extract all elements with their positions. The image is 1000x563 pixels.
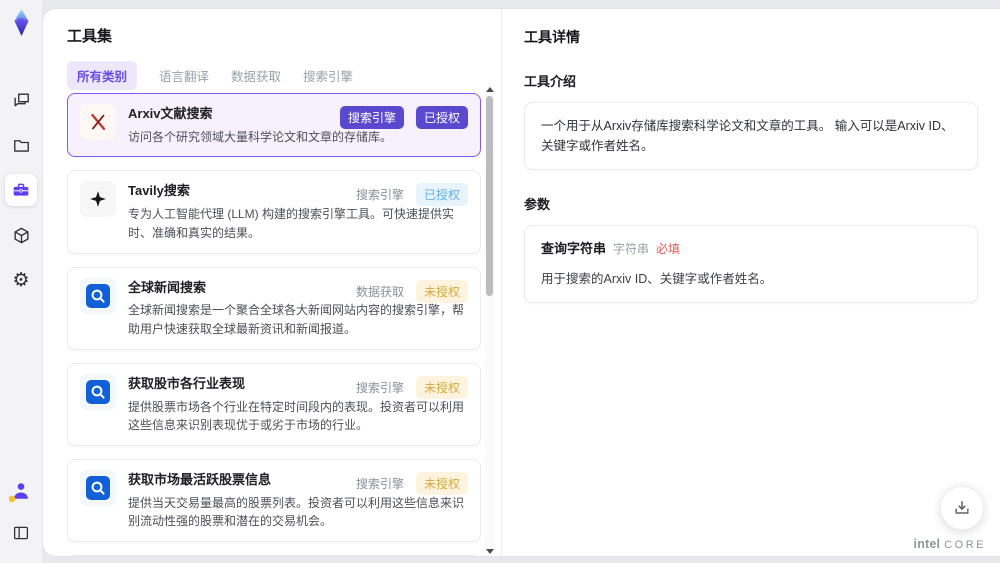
tool-badges: 数据获取 未授权 — [355, 279, 468, 303]
detail-panel-title: 工具详情 — [524, 29, 580, 45]
user-status-dot — [9, 496, 15, 502]
content-card: 工具集 所有类别 语言翻译 数据获取 搜索引擎 搜索引擎 已授权 Arxiv文献搜索 … — [42, 8, 1000, 557]
download-button[interactable] — [940, 486, 984, 530]
app-logo[interactable] — [8, 8, 35, 38]
tool-name: 获取股市各行业表现 — [128, 375, 246, 391]
toolbox-icon[interactable] — [5, 174, 37, 206]
tool-card[interactable]: 数据获取 未授权 全球新闻搜索 全球新闻搜索是一个聚合全球各大新闻网站内容的搜索… — [67, 266, 481, 350]
tool-icon — [80, 104, 116, 140]
tool-badges: 搜索引擎 未授权 — [355, 375, 468, 399]
tool-icon — [80, 277, 116, 314]
tools-panel: 工具集 所有类别 语言翻译 数据获取 搜索引擎 搜索引擎 已授权 Arxiv文献搜索 … — [43, 9, 501, 556]
category-tab[interactable]: 搜索引擎 — [303, 66, 353, 85]
tool-status-badge: 未授权 — [415, 375, 468, 399]
brand-core: core — [944, 539, 986, 551]
user-icon[interactable] — [5, 475, 37, 507]
parameter-required-badge: 必填 — [656, 242, 681, 256]
intel-core-logo: intel core — [914, 537, 986, 551]
tool-status-badge: 未授权 — [415, 279, 468, 303]
left-rail: ⚙ — [0, 0, 42, 563]
tool-icon — [80, 181, 116, 218]
tool-card[interactable]: 搜索引擎 已授权 Tavily搜索 专为人工智能代理 (LLM) 构建的搜索引擎… — [67, 170, 481, 254]
detail-panel: 工具详情 工具介绍 一个用于从Arxiv存储库搜索科学论文和文章的工具。 输入可… — [501, 9, 1000, 556]
tool-card[interactable]: 搜索引擎 未授权 获取市场最活跃股票信息 提供当天交易量最高的股票列表。投资者可… — [67, 458, 481, 542]
collapse-panel-icon[interactable] — [5, 517, 37, 549]
tool-description: 提供当天交易量最高的股票列表。投资者可以利用这些信息来识别流动性强的股票和潜在的… — [128, 495, 465, 529]
intro-heading: 工具介绍 — [524, 74, 577, 89]
category-tab[interactable]: 数据获取 — [231, 66, 281, 85]
tool-category-badge: 搜索引擎 — [355, 380, 404, 395]
parameter-type: 字符串 — [613, 242, 650, 256]
category-tabs: 所有类别 语言翻译 数据获取 搜索引擎 — [67, 61, 353, 90]
params-box: 查询字符串 字符串 必填 用于搜索的Arxiv ID、关键字或作者姓名。 — [524, 225, 978, 303]
tool-description: 全球新闻搜索是一个聚合全球各大新闻网站内容的搜索引擎，帮助用户快速获取全球最新资… — [128, 303, 465, 337]
brand-intel: intel — [913, 537, 941, 551]
parameter-description: 用于搜索的Arxiv ID、关键字或作者姓名。 — [541, 271, 773, 286]
folder-icon[interactable] — [5, 129, 37, 161]
tool-badges: 搜索引擎 已授权 — [355, 183, 468, 207]
package-icon[interactable] — [5, 219, 37, 251]
tool-name: 获取市场最活跃股票信息 — [128, 471, 272, 487]
tool-card[interactable]: 搜索引擎 已授权 Arxiv文献搜索 访问各个研究领域大量科学论文和文章的存储库… — [67, 93, 481, 158]
tool-status-badge: 未授权 — [415, 471, 468, 495]
tools-panel-title: 工具集 — [67, 28, 113, 45]
tool-badges: 搜索引擎 已授权 — [339, 106, 468, 129]
category-tab[interactable]: 所有类别 — [67, 61, 138, 90]
tool-list: 搜索引擎 已授权 Arxiv文献搜索 访问各个研究领域大量科学论文和文章的存储库… — [67, 93, 481, 556]
tool-status-badge: 已授权 — [415, 183, 468, 207]
tool-category-badge: 搜索引擎 — [355, 188, 404, 203]
parameter-row: 查询字符串 字符串 必填 用于搜索的Arxiv ID、关键字或作者姓名。 — [541, 239, 961, 289]
tool-icon — [80, 373, 116, 410]
tool-icon — [80, 469, 116, 506]
tool-description: 访问各个研究领域大量科学论文和文章的存储库。 — [128, 129, 393, 144]
params-heading: 参数 — [524, 197, 551, 212]
parameter-name: 查询字符串 — [541, 241, 607, 256]
tool-description: 提供股票市场各个行业在特定时间段内的表现。投资者可以利用这些信息来识别表现优于或… — [128, 399, 465, 433]
tool-description: 专为人工智能代理 (LLM) 构建的搜索引擎工具。可快速提供实时、准确和真实的结… — [128, 207, 455, 240]
settings-icon[interactable]: ⚙ — [5, 264, 37, 296]
intro-box: 一个用于从Arxiv存储库搜索科学论文和文章的工具。 输入可以是Arxiv ID… — [524, 102, 978, 170]
tool-category-badge: 数据获取 — [355, 284, 404, 299]
scroll-down-arrow[interactable] — [486, 549, 494, 554]
tool-card[interactable]: 搜索引擎 未授权 获取股市各行业表现 提供股票市场各个行业在特定时间段内的表现。… — [67, 362, 481, 446]
tool-name: Arxiv文献搜索 — [128, 106, 213, 121]
tool-card[interactable]: 搜索引擎 未授权 万维地区新闻查询 查询具体行政区划内的新闻，快速了解各地新闻动 — [67, 554, 481, 556]
tool-category-badge: 搜索引擎 — [355, 476, 404, 491]
category-tab[interactable]: 语言翻译 — [159, 66, 209, 85]
tool-category-badge: 搜索引擎 — [339, 106, 404, 129]
scroll-up-arrow[interactable] — [486, 87, 494, 92]
scrollbar — [485, 87, 494, 554]
tool-name: Tavily搜索 — [128, 183, 190, 199]
tool-name: 全球新闻搜索 — [128, 279, 207, 295]
tool-status-badge: 已授权 — [415, 106, 468, 129]
scrollbar-thumb[interactable] — [486, 96, 493, 296]
chat-icon[interactable] — [5, 84, 37, 116]
tool-badges: 搜索引擎 未授权 — [355, 471, 468, 495]
